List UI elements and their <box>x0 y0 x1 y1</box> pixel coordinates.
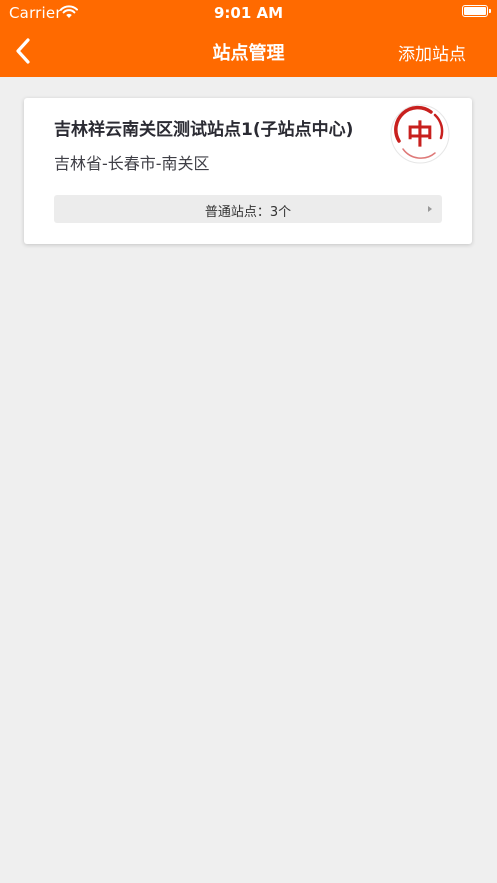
site-name: 吉林祥云南关区测试站点1(子站点中心) <box>54 120 354 140</box>
top-bar: Carrier 9:01 AM 站点管理 添加站点 <box>0 0 497 77</box>
battery-icon <box>462 5 491 17</box>
site-region: 吉林省-长春市-南关区 <box>54 154 210 173</box>
triangle-right-icon <box>428 206 432 212</box>
navigation-bar: 站点管理 添加站点 <box>0 26 497 77</box>
add-site-button[interactable]: 添加站点 <box>398 40 466 65</box>
site-logo-icon: 中 <box>390 104 450 164</box>
site-card[interactable]: 吉林祥云南关区测试站点1(子站点中心) 吉林省-长春市-南关区 中 普通站点：3… <box>24 98 472 244</box>
subsites-summary: 普通站点：3个 <box>204 205 292 220</box>
subsites-summary-button[interactable]: 普通站点：3个 <box>54 195 442 223</box>
status-time: 9:01 AM <box>213 4 284 22</box>
status-bar: Carrier 9:01 AM <box>0 0 497 26</box>
site-logo-char: 中 <box>407 120 434 151</box>
